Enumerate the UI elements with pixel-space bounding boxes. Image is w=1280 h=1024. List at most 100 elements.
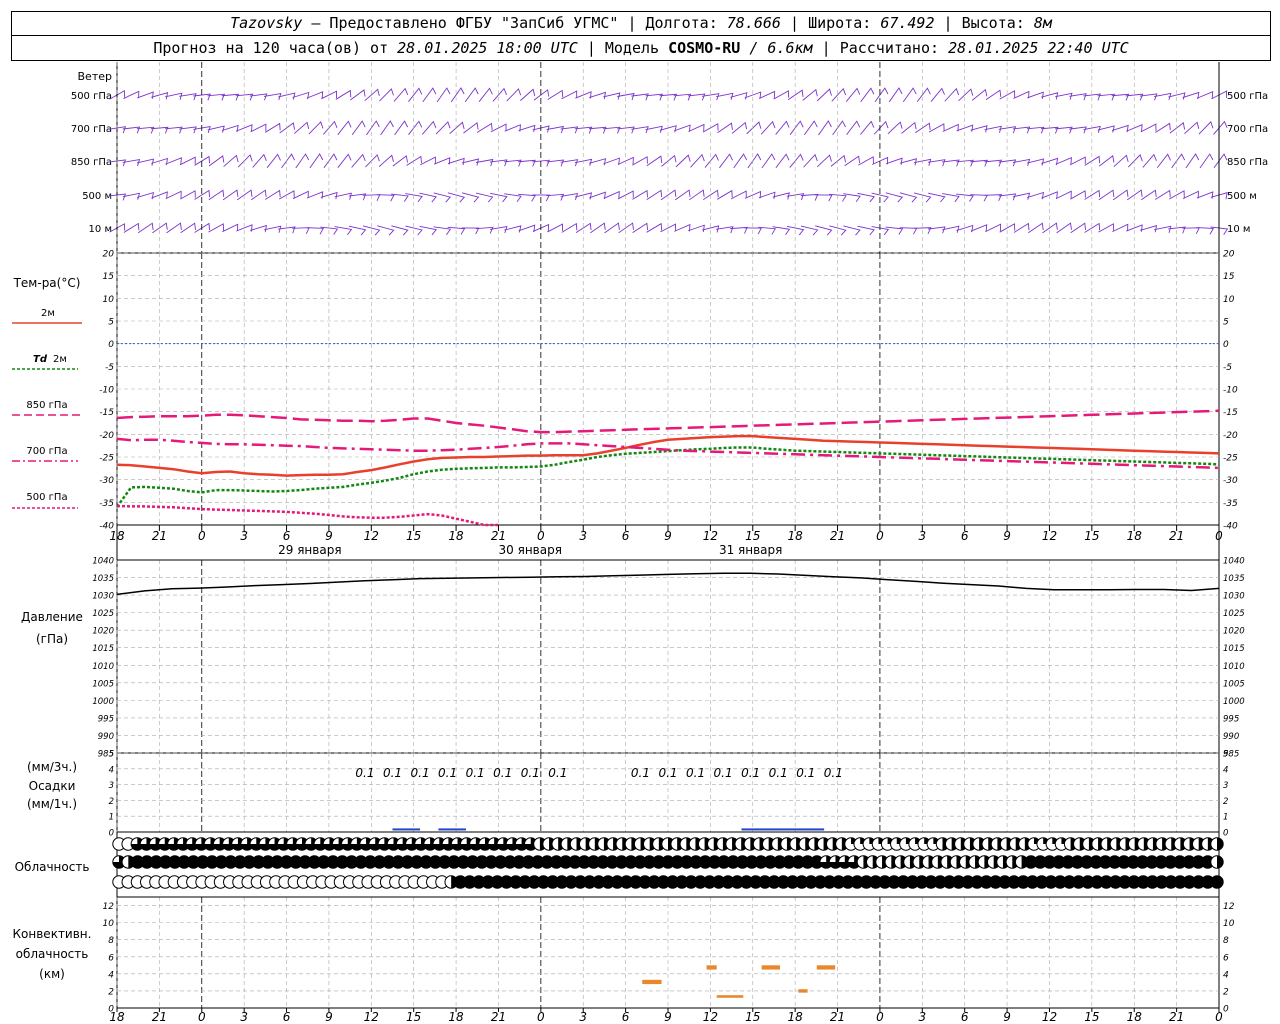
convective-segment: [706, 965, 717, 970]
wind-barb: [208, 155, 225, 167]
conv-ytick-left: 2: [108, 987, 114, 997]
prec-ytick-left: 2: [109, 797, 114, 807]
wind-barb: [730, 190, 747, 200]
temp-xtick-label: 12: [703, 529, 718, 543]
wind-barb: [533, 89, 550, 101]
bottom-xtick-label: 21: [491, 1010, 506, 1024]
bottom-xtick-label: 6: [961, 1010, 969, 1024]
wind-barb: [688, 189, 705, 201]
wind-barb: [293, 121, 310, 134]
pres-ytick-right: 1015: [1223, 644, 1245, 654]
wind-barb: [337, 120, 352, 135]
wind-barb: [222, 189, 239, 201]
wind-barb: [179, 190, 196, 200]
precip-3h-label: 0.1: [355, 766, 374, 780]
wind-barb: [136, 126, 155, 134]
wind-barb: [252, 153, 267, 168]
wind-barb: [746, 121, 762, 135]
wind-barb: [1142, 153, 1157, 168]
wind-barb: [901, 121, 917, 134]
wind-barb: [506, 88, 522, 102]
temp-ytick-left: -10: [99, 386, 114, 396]
temp-xtick-label: 18: [448, 529, 464, 543]
pres-ytick-left: 1000: [92, 697, 114, 707]
wind-barb: [858, 156, 874, 166]
wind-barb: [378, 154, 394, 167]
wind-barb: [1055, 157, 1072, 165]
wind-barb: [476, 122, 493, 133]
wind-barb: [1097, 93, 1116, 101]
bottom-xtick-label: 12: [364, 1010, 379, 1024]
bottom-xtick-label: 15: [1084, 1010, 1099, 1024]
wind-barb: [703, 189, 719, 201]
prec-ytick-right: 3: [1223, 781, 1228, 791]
temp-ytick-right: -35: [1223, 499, 1238, 509]
wind-barb: [857, 192, 875, 203]
wind-barb: [590, 222, 606, 234]
temp-ytick-left: -5: [105, 363, 114, 373]
temp-ytick-left: -30: [99, 476, 114, 486]
wind-barb: [292, 227, 310, 234]
temp-ytick-right: 15: [1223, 272, 1235, 282]
wind-barb: [463, 122, 479, 134]
wind-barb: [1169, 122, 1186, 134]
wind-barb: [789, 120, 804, 136]
precip-3h-label: 0.1: [714, 766, 733, 780]
wind-barb: [264, 122, 281, 133]
temp-ytick-right: -15: [1223, 408, 1238, 418]
legend-2m-label: 2м: [41, 308, 55, 319]
temp-xtick-label: 6: [622, 529, 630, 543]
pres-ytick-right: 1030: [1223, 592, 1245, 602]
wind-barb: [436, 87, 451, 103]
wind-level-500m: 500 м: [82, 191, 112, 202]
wind-barb: [250, 123, 267, 133]
bottom-xtick-label: 15: [745, 1010, 760, 1024]
precip-3h-label: 0.1: [383, 766, 402, 780]
bottom-xtick-label: 21: [830, 1010, 845, 1024]
wind-barb: [773, 90, 790, 100]
wind-barb: [944, 87, 960, 102]
wind-barb: [380, 120, 394, 136]
wind-barb: [348, 225, 367, 236]
prec-ytick-right: 0: [1223, 829, 1228, 839]
wind-barb: [760, 120, 776, 135]
temp-xtick-label: 21: [491, 529, 506, 543]
t500-line: [116, 504, 499, 527]
wind-barb: [887, 121, 903, 135]
wind-barb: [266, 153, 281, 168]
wind-barb: [688, 123, 705, 132]
temp-xtick-label: 21: [152, 529, 167, 543]
temp-ytick-right: 5: [1223, 318, 1229, 328]
wind-barb: [518, 124, 536, 133]
wind-barb: [731, 121, 748, 134]
precip-3h-label: 0.1: [658, 766, 677, 780]
wind-barb: [1026, 126, 1045, 134]
wind-barb: [832, 120, 846, 136]
wind-barb: [351, 120, 366, 136]
wind-barb: [1111, 93, 1130, 101]
wind-barb: [408, 87, 423, 102]
temp-ytick-right: -30: [1223, 476, 1238, 486]
wind-barb: [888, 87, 903, 103]
wind-barb: [860, 120, 875, 135]
wind-barb: [1213, 120, 1228, 135]
precip-bar: [741, 828, 825, 831]
wind-barb: [1055, 190, 1072, 200]
wind-barb: [322, 120, 338, 135]
wind-barb: [874, 87, 889, 103]
wind-barb: [846, 120, 861, 136]
temp-xtick-label: 18: [788, 529, 804, 543]
wind-barb: [632, 222, 649, 234]
pressure-title: Давление: [21, 610, 83, 624]
wind-title: Ветер: [78, 70, 112, 83]
wind-barb: [1213, 153, 1228, 169]
wind-barb: [761, 153, 776, 169]
wind-barb: [844, 155, 860, 167]
wind-barb: [818, 120, 832, 136]
wind-barb: [237, 154, 253, 168]
conv-unit: (км): [39, 967, 65, 981]
legend-850-label: 850 гПа: [26, 400, 67, 411]
conv-ytick-left: 6: [108, 953, 114, 963]
precip-unit-3h: (мм/3ч.): [27, 760, 77, 774]
wind-barb: [985, 223, 1002, 233]
